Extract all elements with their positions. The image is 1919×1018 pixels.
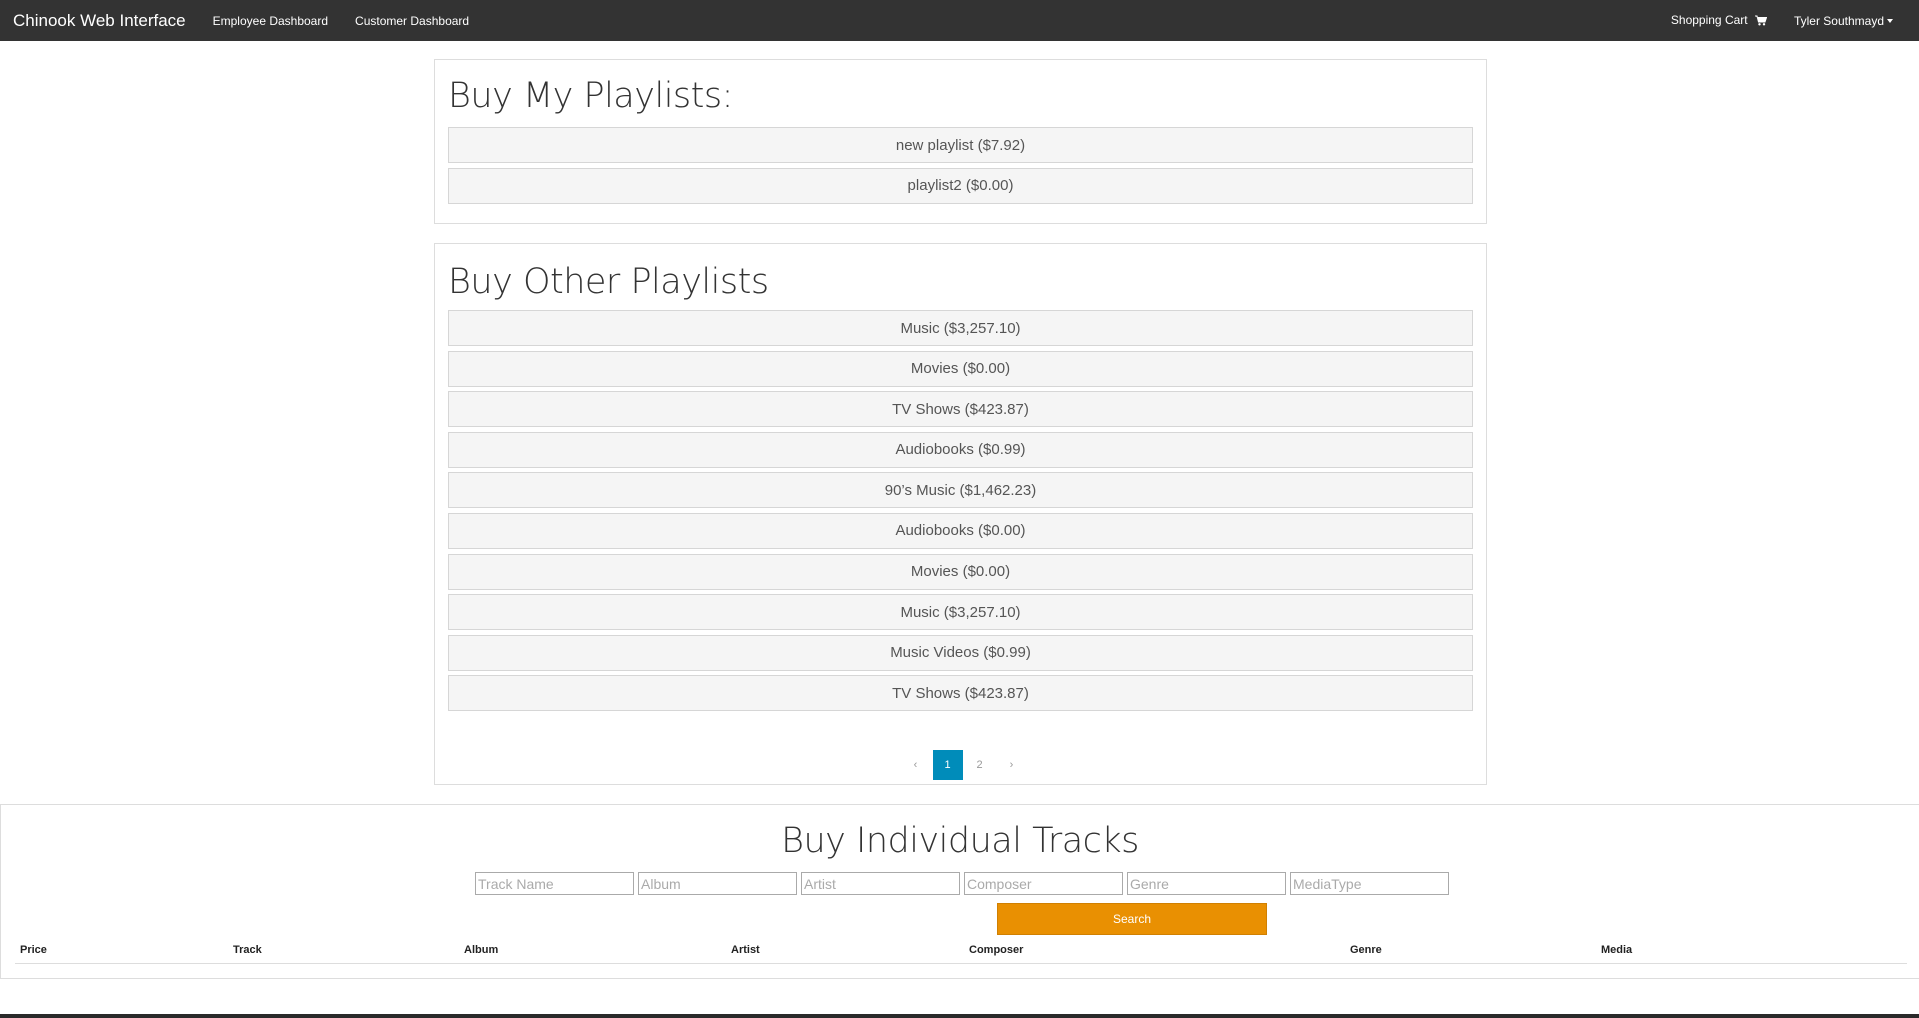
column-header-artist[interactable]: Artist — [731, 944, 760, 956]
tracks-title: Buy Individual Tracks — [781, 821, 1139, 861]
search-button[interactable]: Search — [997, 903, 1267, 935]
chevron-down-icon — [1887, 18, 1893, 23]
artist-input[interactable] — [801, 872, 960, 895]
navbar-right: Shopping Cart Tyler Southmayd — [1671, 13, 1919, 29]
user-name: Tyler Southmayd — [1793, 13, 1884, 28]
tracks-table-header: Price Track Album Artist Composer Genre … — [15, 937, 1907, 964]
column-header-track[interactable]: Track — [233, 944, 262, 956]
tracks-section: Buy Individual Tracks Search Price Track… — [0, 804, 1919, 979]
my-playlists-panel: Buy My Playlists: new playlist ($7.92) p… — [434, 59, 1487, 224]
nav-customer-dashboard[interactable]: Customer Dashboard — [355, 14, 469, 28]
column-header-price[interactable]: Price — [20, 944, 47, 956]
my-playlist-item[interactable]: playlist2 ($0.00) — [448, 167, 1473, 204]
column-header-album[interactable]: Album — [464, 944, 498, 956]
pagination: ‹ 1 2 › — [435, 750, 1486, 780]
my-playlists-list: new playlist ($7.92) playlist2 ($0.00) — [448, 127, 1473, 208]
genre-input[interactable] — [1127, 872, 1286, 895]
other-playlists-title: Buy Other Playlists — [448, 262, 769, 302]
track-name-input[interactable] — [475, 872, 634, 895]
other-playlist-item[interactable]: TV Shows ($423.87) — [448, 675, 1473, 712]
user-menu[interactable]: Tyler Southmayd — [1794, 14, 1893, 28]
pagination-prev[interactable]: ‹ — [901, 750, 931, 780]
other-playlist-item[interactable]: Audiobooks ($0.99) — [448, 431, 1473, 468]
nav-employee-dashboard[interactable]: Employee Dashboard — [213, 14, 328, 28]
other-playlist-item[interactable]: Music ($3,257.10) — [448, 310, 1473, 346]
pagination-page-1[interactable]: 1 — [932, 750, 963, 780]
top-navbar: Chinook Web Interface Employee Dashboard… — [0, 0, 1919, 41]
shopping-cart-label: Shopping Cart — [1670, 12, 1748, 27]
track-filters — [475, 872, 1453, 895]
column-header-media[interactable]: Media — [1601, 944, 1632, 956]
pagination-page-2[interactable]: 2 — [965, 750, 995, 780]
other-playlist-item[interactable]: 90’s Music ($1,462.23) — [448, 472, 1473, 509]
pagination-next[interactable]: › — [997, 750, 1027, 780]
other-playlists-panel: Buy Other Playlists Music ($3,257.10) Mo… — [434, 243, 1487, 785]
other-playlist-item[interactable]: Music ($3,257.10) — [448, 594, 1473, 631]
my-playlists-title: Buy My Playlists: — [448, 76, 733, 116]
other-playlist-item[interactable]: Movies ($0.00) — [448, 553, 1473, 590]
my-playlist-item[interactable]: new playlist ($7.92) — [448, 127, 1473, 163]
brand-link[interactable]: Chinook Web Interface — [13, 11, 186, 31]
shopping-cart-icon — [1754, 15, 1768, 29]
column-header-composer[interactable]: Composer — [969, 944, 1023, 956]
page-bottom-edge — [0, 1014, 1919, 1018]
other-playlist-item[interactable]: Audiobooks ($0.00) — [448, 512, 1473, 549]
other-playlists-list: Music ($3,257.10) Movies ($0.00) TV Show… — [448, 310, 1473, 716]
media-type-input[interactable] — [1290, 872, 1449, 895]
other-playlist-item[interactable]: Music Videos ($0.99) — [448, 634, 1473, 671]
other-playlist-item[interactable]: Movies ($0.00) — [448, 350, 1473, 387]
album-input[interactable] — [638, 872, 797, 895]
shopping-cart-link[interactable]: Shopping Cart — [1670, 12, 1768, 29]
other-playlist-item[interactable]: TV Shows ($423.87) — [448, 391, 1473, 428]
column-header-genre[interactable]: Genre — [1350, 944, 1382, 956]
composer-input[interactable] — [964, 872, 1123, 895]
